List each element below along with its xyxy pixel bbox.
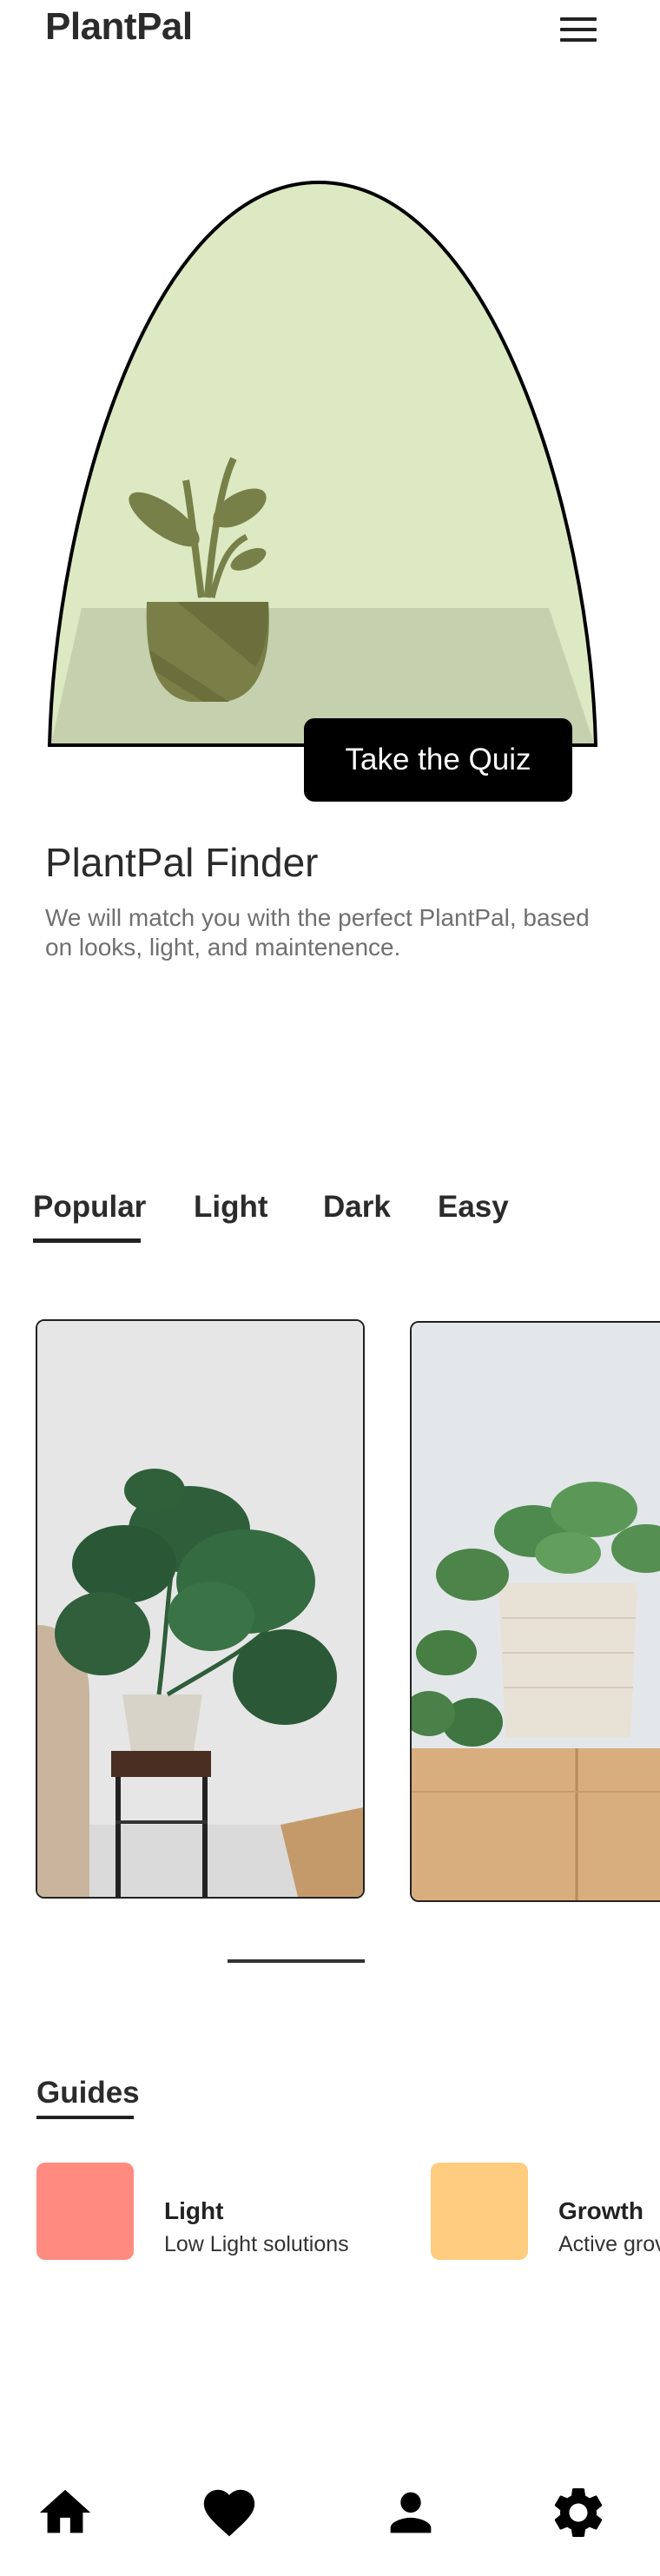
guides-title-underline <box>36 2116 134 2119</box>
guide-subtitle: Active grov <box>558 2232 660 2256</box>
guide-thumbnail <box>431 2163 528 2260</box>
hamburger-menu-icon[interactable] <box>558 12 598 47</box>
active-tab-indicator <box>33 1238 141 1243</box>
guide-subtitle: Low Light solutions <box>164 2232 349 2256</box>
tab-light[interactable]: Light <box>194 1190 268 1225</box>
plant-card-pilea[interactable] <box>410 1321 660 1902</box>
tab-popular[interactable]: Popular <box>33 1190 146 1225</box>
pilea-pothos-plant-photo <box>412 1323 660 1900</box>
potted-plant-illustration <box>47 181 597 747</box>
settings-gear-icon[interactable] <box>548 2482 609 2543</box>
tab-easy[interactable]: Easy <box>438 1190 509 1225</box>
guides-title: Guides <box>36 2076 140 2110</box>
guide-title: Light <box>164 2197 224 2224</box>
plant-card-monstera[interactable] <box>36 1319 365 1899</box>
app-header: PlantPal <box>0 0 660 61</box>
app-logo[interactable]: PlantPal <box>45 5 193 49</box>
home-icon[interactable] <box>35 2482 96 2543</box>
bottom-navigation <box>0 2467 660 2571</box>
heart-icon[interactable] <box>199 2482 260 2543</box>
tab-dark[interactable]: Dark <box>323 1190 391 1225</box>
guide-title: Growth <box>558 2197 644 2224</box>
finder-description: We will match you with the perfect Plant… <box>45 904 590 961</box>
monstera-plant-photo <box>37 1321 363 1897</box>
carousel-scroll-indicator[interactable] <box>228 1959 365 1963</box>
guide-item-light[interactable]: Light Low Light solutions <box>36 2163 384 2260</box>
take-quiz-button[interactable]: Take the Quiz <box>304 718 572 802</box>
guide-item-growth[interactable]: Growth Active grov <box>431 2163 660 2260</box>
finder-title: PlantPal Finder <box>45 840 319 885</box>
person-icon[interactable] <box>380 2482 441 2543</box>
guide-thumbnail <box>36 2163 134 2260</box>
